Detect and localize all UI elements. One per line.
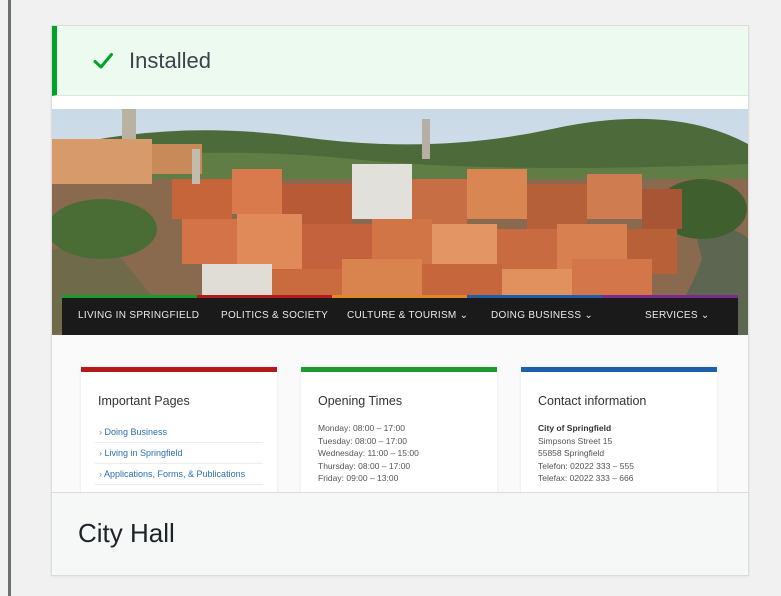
contact-line: Simpsons Street 15: [538, 435, 613, 446]
nav-item-living-in-springfield: LIVING IN SPRINGFIELD: [78, 310, 200, 321]
theme-card[interactable]: Installed LIVING IN SPRINGFIELD POLITICS…: [51, 25, 749, 576]
list-item: Living in Springfield: [95, 443, 263, 464]
theme-name-bar[interactable]: City Hall: [52, 492, 748, 575]
widget-title: Contact information: [538, 394, 647, 408]
opening-line: Thursday: 08:00 – 17:00: [318, 460, 411, 471]
opening-line: Tuesday: 08:00 – 17:00: [318, 435, 408, 446]
contact-line: Telefax: 02022 333 – 666: [538, 473, 634, 484]
widget-important-pages: Important Pages Doing Business Living in…: [81, 367, 277, 494]
nav-item-services: SERVICES ⌄: [645, 310, 710, 321]
preview-nav-menu: LIVING IN SPRINGFIELD POLITICS & SOCIETY…: [62, 295, 738, 335]
list-item: Applications, Forms, & Publications: [95, 464, 263, 485]
theme-name: City Hall: [78, 518, 175, 548]
contact-org: City of Springfield: [538, 423, 612, 433]
admin-sidebar-edge: [8, 0, 11, 596]
checkmark-icon: [92, 50, 114, 72]
opening-line: Friday: 09:00 – 13:00: [318, 473, 399, 484]
widget-contact-information: Contact information City of Springfield …: [521, 367, 717, 494]
nav-item-culture-tourism: CULTURE & TOURISM ⌄: [347, 310, 469, 321]
installed-notice: Installed: [52, 26, 748, 96]
notice-text: Installed: [129, 47, 211, 73]
widget-color-bar: [81, 367, 277, 372]
opening-line: Monday: 08:00 – 17:00: [318, 423, 405, 433]
widget-title: Important Pages: [98, 394, 190, 408]
contact-line: 55858 Springfield: [538, 448, 605, 459]
contact-line: Telefon: 02022 333 – 555: [538, 460, 634, 471]
list-item: Doing Business: [95, 422, 263, 443]
theme-screenshot[interactable]: LIVING IN SPRINGFIELD POLITICS & SOCIETY…: [52, 109, 748, 494]
nav-item-politics-society: POLITICS & SOCIETY: [221, 310, 329, 321]
widget-color-bar: [521, 367, 717, 372]
widget-title: Opening Times: [318, 394, 403, 408]
widget-color-bar: [301, 367, 497, 372]
nav-item-doing-business: DOING BUSINESS ⌄: [491, 310, 594, 321]
opening-line: Wednesday: 11:00 – 15:00: [318, 448, 419, 459]
widget-opening-times: Opening Times Monday: 08:00 – 17:00 Tues…: [301, 367, 497, 494]
